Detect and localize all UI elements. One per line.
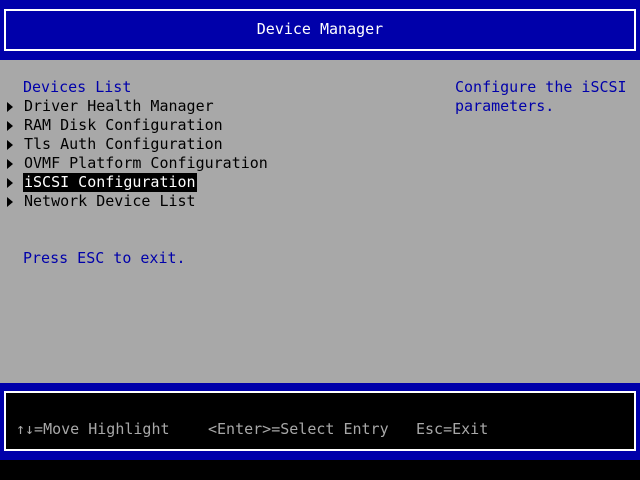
key-hint-enter: <Enter>=Select Entry: [208, 420, 389, 438]
main-panel: Devices List Driver Health Manager RAM D…: [0, 60, 640, 383]
submenu-arrow-icon: [7, 102, 13, 112]
menu-item-label: RAM Disk Configuration: [24, 116, 223, 134]
help-text-line-2: parameters.: [455, 97, 555, 115]
help-text-line-1: Configure the iSCSI: [455, 78, 627, 96]
menu-item-tls-auth-configuration[interactable]: Tls Auth Configuration: [0, 135, 440, 154]
menu-item-driver-health-manager[interactable]: Driver Health Manager: [0, 97, 440, 116]
key-help-bar: ↑↓=Move Highlight <Enter>=Select Entry E…: [0, 387, 640, 460]
submenu-arrow-icon: [7, 178, 13, 188]
menu-item-ovmf-platform-configuration[interactable]: OVMF Platform Configuration: [0, 154, 440, 173]
menu-item-label: Network Device List: [24, 192, 196, 210]
page-title: Device Manager: [256, 20, 384, 38]
menu-item-label: Driver Health Manager: [24, 97, 214, 115]
submenu-arrow-icon: [7, 140, 13, 150]
exit-hint: Press ESC to exit.: [23, 249, 186, 267]
menu-item-label: Tls Auth Configuration: [24, 135, 223, 153]
menu-item-ram-disk-configuration[interactable]: RAM Disk Configuration: [0, 116, 440, 135]
submenu-arrow-icon: [7, 121, 13, 131]
bottom-strip: [0, 460, 640, 480]
menu-item-label-selected: iSCSI Configuration: [23, 173, 197, 192]
menu-item-label: OVMF Platform Configuration: [24, 154, 268, 172]
title-bar: Device Manager: [0, 0, 640, 60]
submenu-arrow-icon: [7, 159, 13, 169]
key-hint-esc: Esc=Exit: [416, 420, 489, 438]
menu-item-iscsi-configuration[interactable]: iSCSI Configuration: [0, 173, 440, 192]
key-hint-move: ↑↓=Move Highlight: [16, 420, 170, 438]
section-title: Devices List: [23, 78, 132, 96]
key-help-frame: ↑↓=Move Highlight <Enter>=Select Entry E…: [4, 391, 636, 451]
menu-item-network-device-list[interactable]: Network Device List: [0, 192, 440, 211]
submenu-arrow-icon: [7, 197, 13, 207]
